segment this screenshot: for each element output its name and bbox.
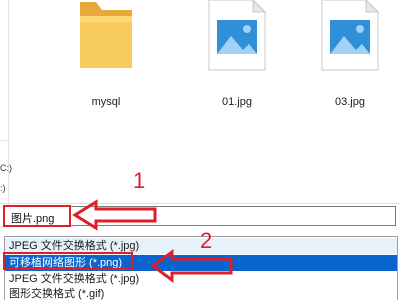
annotation-arrow-icon [150, 249, 233, 283]
annotation-step-number: 1 [133, 168, 146, 193]
nav-divider [0, 140, 8, 141]
folder-icon [80, 2, 132, 68]
file-name: mysql [91, 96, 121, 108]
file-name: 03.jpg [335, 96, 365, 108]
file-name: 01.jpg [222, 96, 252, 108]
annotation-arrow-icon [72, 199, 157, 231]
annotation-highlight-box [3, 205, 71, 227]
nav-drive-item[interactable]: C:) [0, 163, 12, 173]
image-file-icon [208, 0, 267, 71]
divider [0, 203, 400, 204]
navigation-pane[interactable]: C:) :) [0, 0, 12, 205]
nav-drive-item[interactable]: :) [0, 183, 6, 193]
image-file-icon [321, 0, 380, 71]
annotation-highlight-box [3, 252, 133, 270]
